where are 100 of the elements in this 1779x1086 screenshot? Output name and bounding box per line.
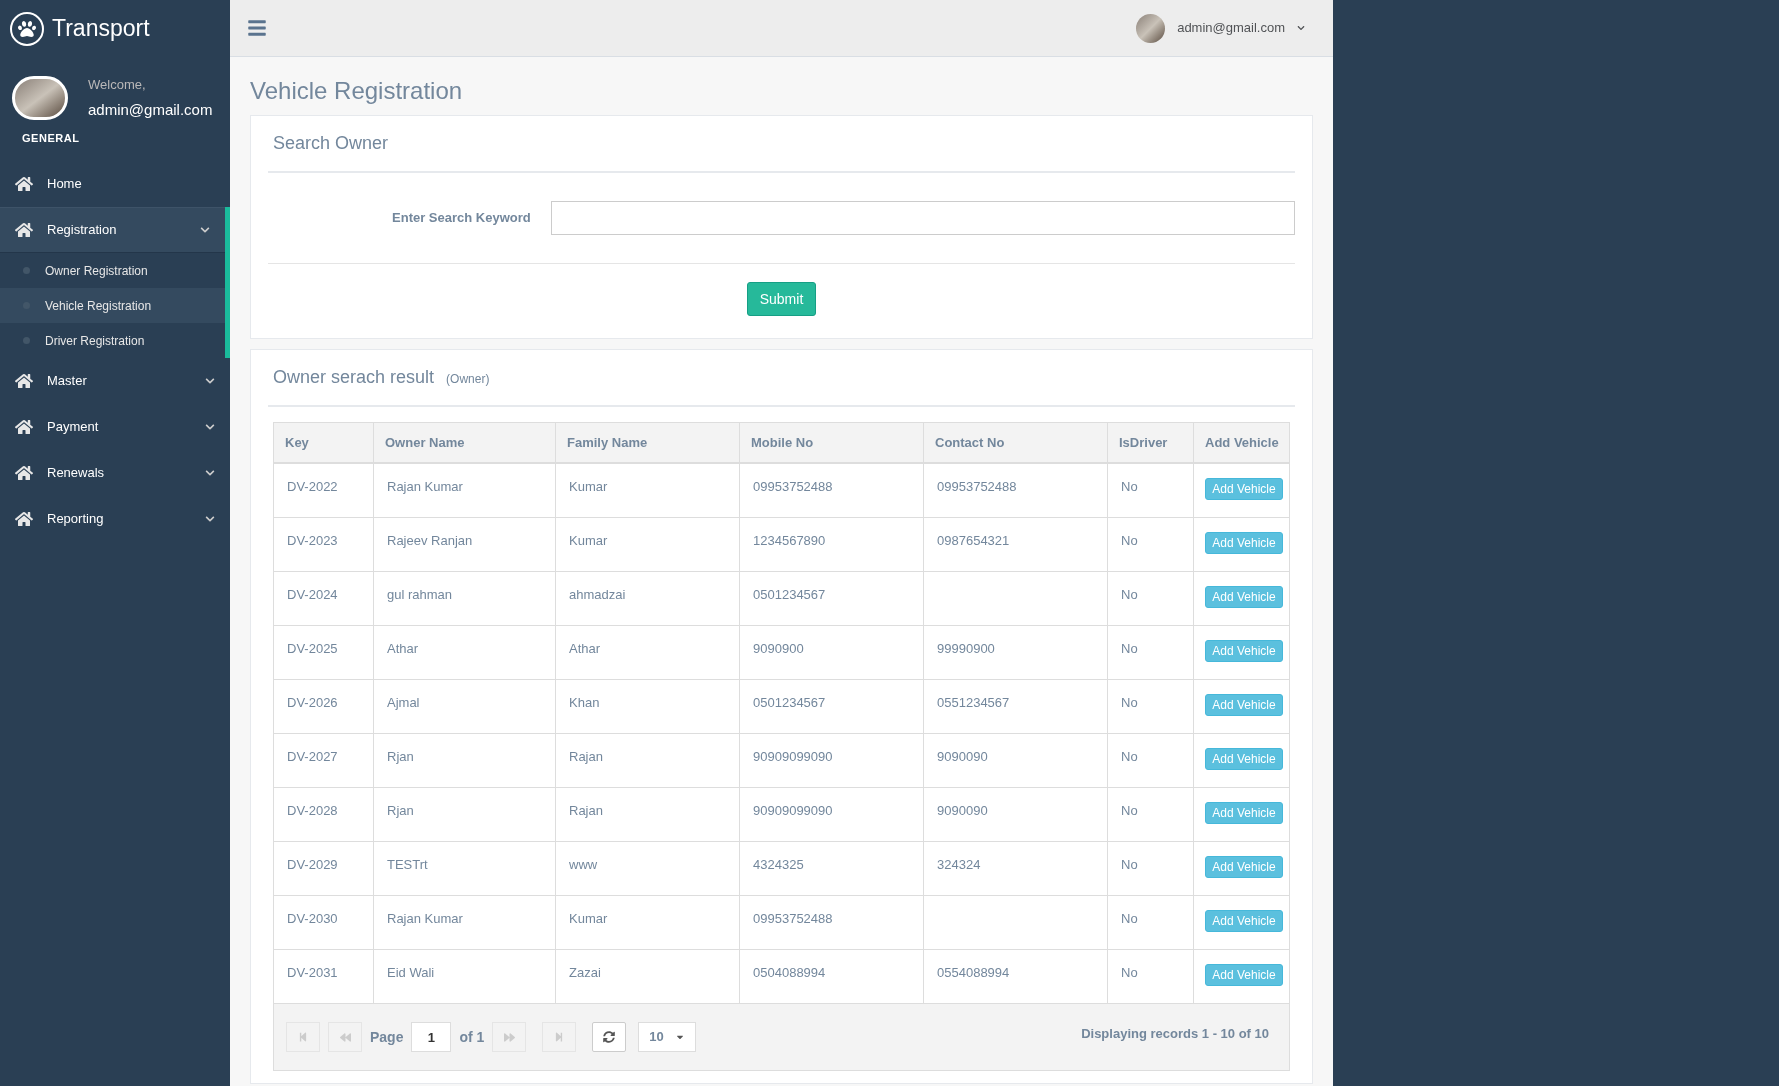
table-cell: No — [1108, 464, 1194, 517]
table-cell: 0501234567 — [740, 572, 924, 625]
table-cell: DV-2024 — [274, 572, 374, 625]
table-cell: DV-2025 — [274, 626, 374, 679]
table-cell: Khan — [556, 680, 740, 733]
home-icon — [15, 222, 33, 238]
column-header: Family Name — [556, 423, 740, 462]
field-label: Enter Search Keyword — [391, 209, 532, 228]
menu-icon[interactable] — [246, 18, 268, 38]
home-icon — [15, 176, 33, 192]
column-header: Contact No — [924, 423, 1108, 462]
table-cell: ahmadzai — [556, 572, 740, 625]
table-cell: 0551234567 — [924, 680, 1108, 733]
table-cell: Kumar — [556, 896, 740, 949]
home-icon — [15, 419, 33, 435]
table-cell: 324324 — [924, 842, 1108, 895]
menu-item[interactable]: Payment — [0, 404, 230, 450]
home-icon — [15, 465, 33, 481]
table-cell: DV-2022 — [274, 464, 374, 517]
previous-page-button[interactable] — [328, 1022, 362, 1052]
table-cell: 1234567890 — [740, 518, 924, 571]
table-cell: 90909099090 — [740, 734, 924, 787]
page-size-select[interactable]: 10 — [638, 1022, 697, 1052]
table-cell: 0504088994 — [740, 950, 924, 1003]
table-cell: Rajeev Ranjan — [374, 518, 556, 571]
next-page-button[interactable] — [492, 1022, 527, 1052]
chevron-icon — [205, 468, 215, 478]
table-cell: 90909099090 — [740, 788, 924, 841]
submenu-item[interactable]: Vehicle Registration — [0, 288, 225, 323]
table-cell: No — [1108, 788, 1194, 841]
table-cell: DV-2023 — [274, 518, 374, 571]
section-label: GENERAL — [22, 132, 80, 144]
menu-item[interactable]: Registration — [0, 207, 225, 253]
refresh-button[interactable] — [592, 1022, 627, 1052]
chevron-icon — [200, 225, 210, 235]
table-cell: 0554088994 — [924, 950, 1108, 1003]
column-header: Mobile No — [740, 423, 924, 462]
column-header: Key — [274, 423, 374, 462]
records-summary: Displaying records 1 - 10 of 10 — [1081, 1025, 1269, 1044]
chevron-icon — [205, 514, 215, 524]
table-cell: 09953752488 — [740, 464, 924, 517]
page-label: Page — [370, 1027, 404, 1047]
last-page-icon — [554, 1032, 565, 1042]
page-field[interactable]: 1 — [411, 1022, 452, 1052]
table-cell: 9090090 — [924, 734, 1108, 787]
table-cell: www — [556, 842, 740, 895]
table-cell: DV-2026 — [274, 680, 374, 733]
menu-item[interactable]: Renewals — [0, 450, 230, 496]
column-header: Owner Name — [374, 423, 556, 462]
table-cell: Rajan — [556, 788, 740, 841]
user-menu[interactable]: admin@gmail.com — [1136, 13, 1317, 43]
page-title: Vehicle Registration — [250, 76, 464, 106]
column-header: Add Vehicle — [1204, 433, 1280, 452]
table-cell: No — [1108, 896, 1194, 949]
refresh-icon — [603, 1031, 616, 1043]
submenu-item[interactable]: Driver Registration — [0, 323, 225, 358]
table-cell: 0501234567 — [740, 680, 924, 733]
table-cell: DV-2028 — [274, 788, 374, 841]
table-cell: DV-2030 — [274, 896, 374, 949]
table-cell: DV-2027 — [274, 734, 374, 787]
chevron-icon — [1297, 24, 1305, 32]
last-page-button[interactable] — [542, 1022, 577, 1052]
chevron-icon — [205, 422, 215, 432]
table-cell: 9090090 — [924, 788, 1108, 841]
table-cell: Kumar — [556, 464, 740, 517]
avatar — [1136, 13, 1166, 43]
table-cell: gul rahman — [374, 572, 556, 625]
search-field[interactable] — [550, 201, 1295, 235]
home-icon — [15, 373, 33, 389]
menu-item[interactable]: Home — [0, 161, 230, 207]
table-cell: No — [1108, 734, 1194, 787]
first-page-button[interactable] — [286, 1022, 320, 1052]
table-cell: 0987654321 — [924, 518, 1108, 571]
table-cell: No — [1108, 950, 1194, 1003]
table-cell: No — [1108, 518, 1194, 571]
avatar — [12, 76, 68, 120]
brand-name[interactable]: Transport — [52, 11, 150, 46]
table-cell: Athar — [556, 626, 740, 679]
table-cell: 4324325 — [740, 842, 924, 895]
paw-logo-icon — [10, 11, 44, 46]
table-cell: 9090900 — [740, 626, 924, 679]
table-cell: 09953752488 — [740, 896, 924, 949]
panel-title: Owner serach result — [273, 366, 435, 389]
menu-item[interactable]: Master — [0, 358, 230, 404]
table-cell: No — [1108, 842, 1194, 895]
table-cell: No — [1108, 680, 1194, 733]
submenu-item[interactable]: Owner Registration — [0, 253, 225, 288]
table-cell: Rjan — [374, 788, 556, 841]
table-cell: 99990900 — [924, 626, 1108, 679]
table-cell: No — [1108, 572, 1194, 625]
column-header: IsDriver — [1108, 423, 1194, 462]
table-cell: Zazai — [556, 950, 740, 1003]
table-cell: Eid Wali — [374, 950, 556, 1003]
menu-item[interactable]: Reporting — [0, 496, 230, 542]
panel-subtitle: (Owner) — [446, 371, 490, 388]
home-icon — [15, 511, 33, 527]
panel-title: Search Owner — [273, 133, 389, 153]
user-email: admin@gmail.com — [88, 99, 213, 120]
fast-forward-icon — [503, 1031, 515, 1043]
table-cell: DV-2029 — [274, 842, 374, 895]
